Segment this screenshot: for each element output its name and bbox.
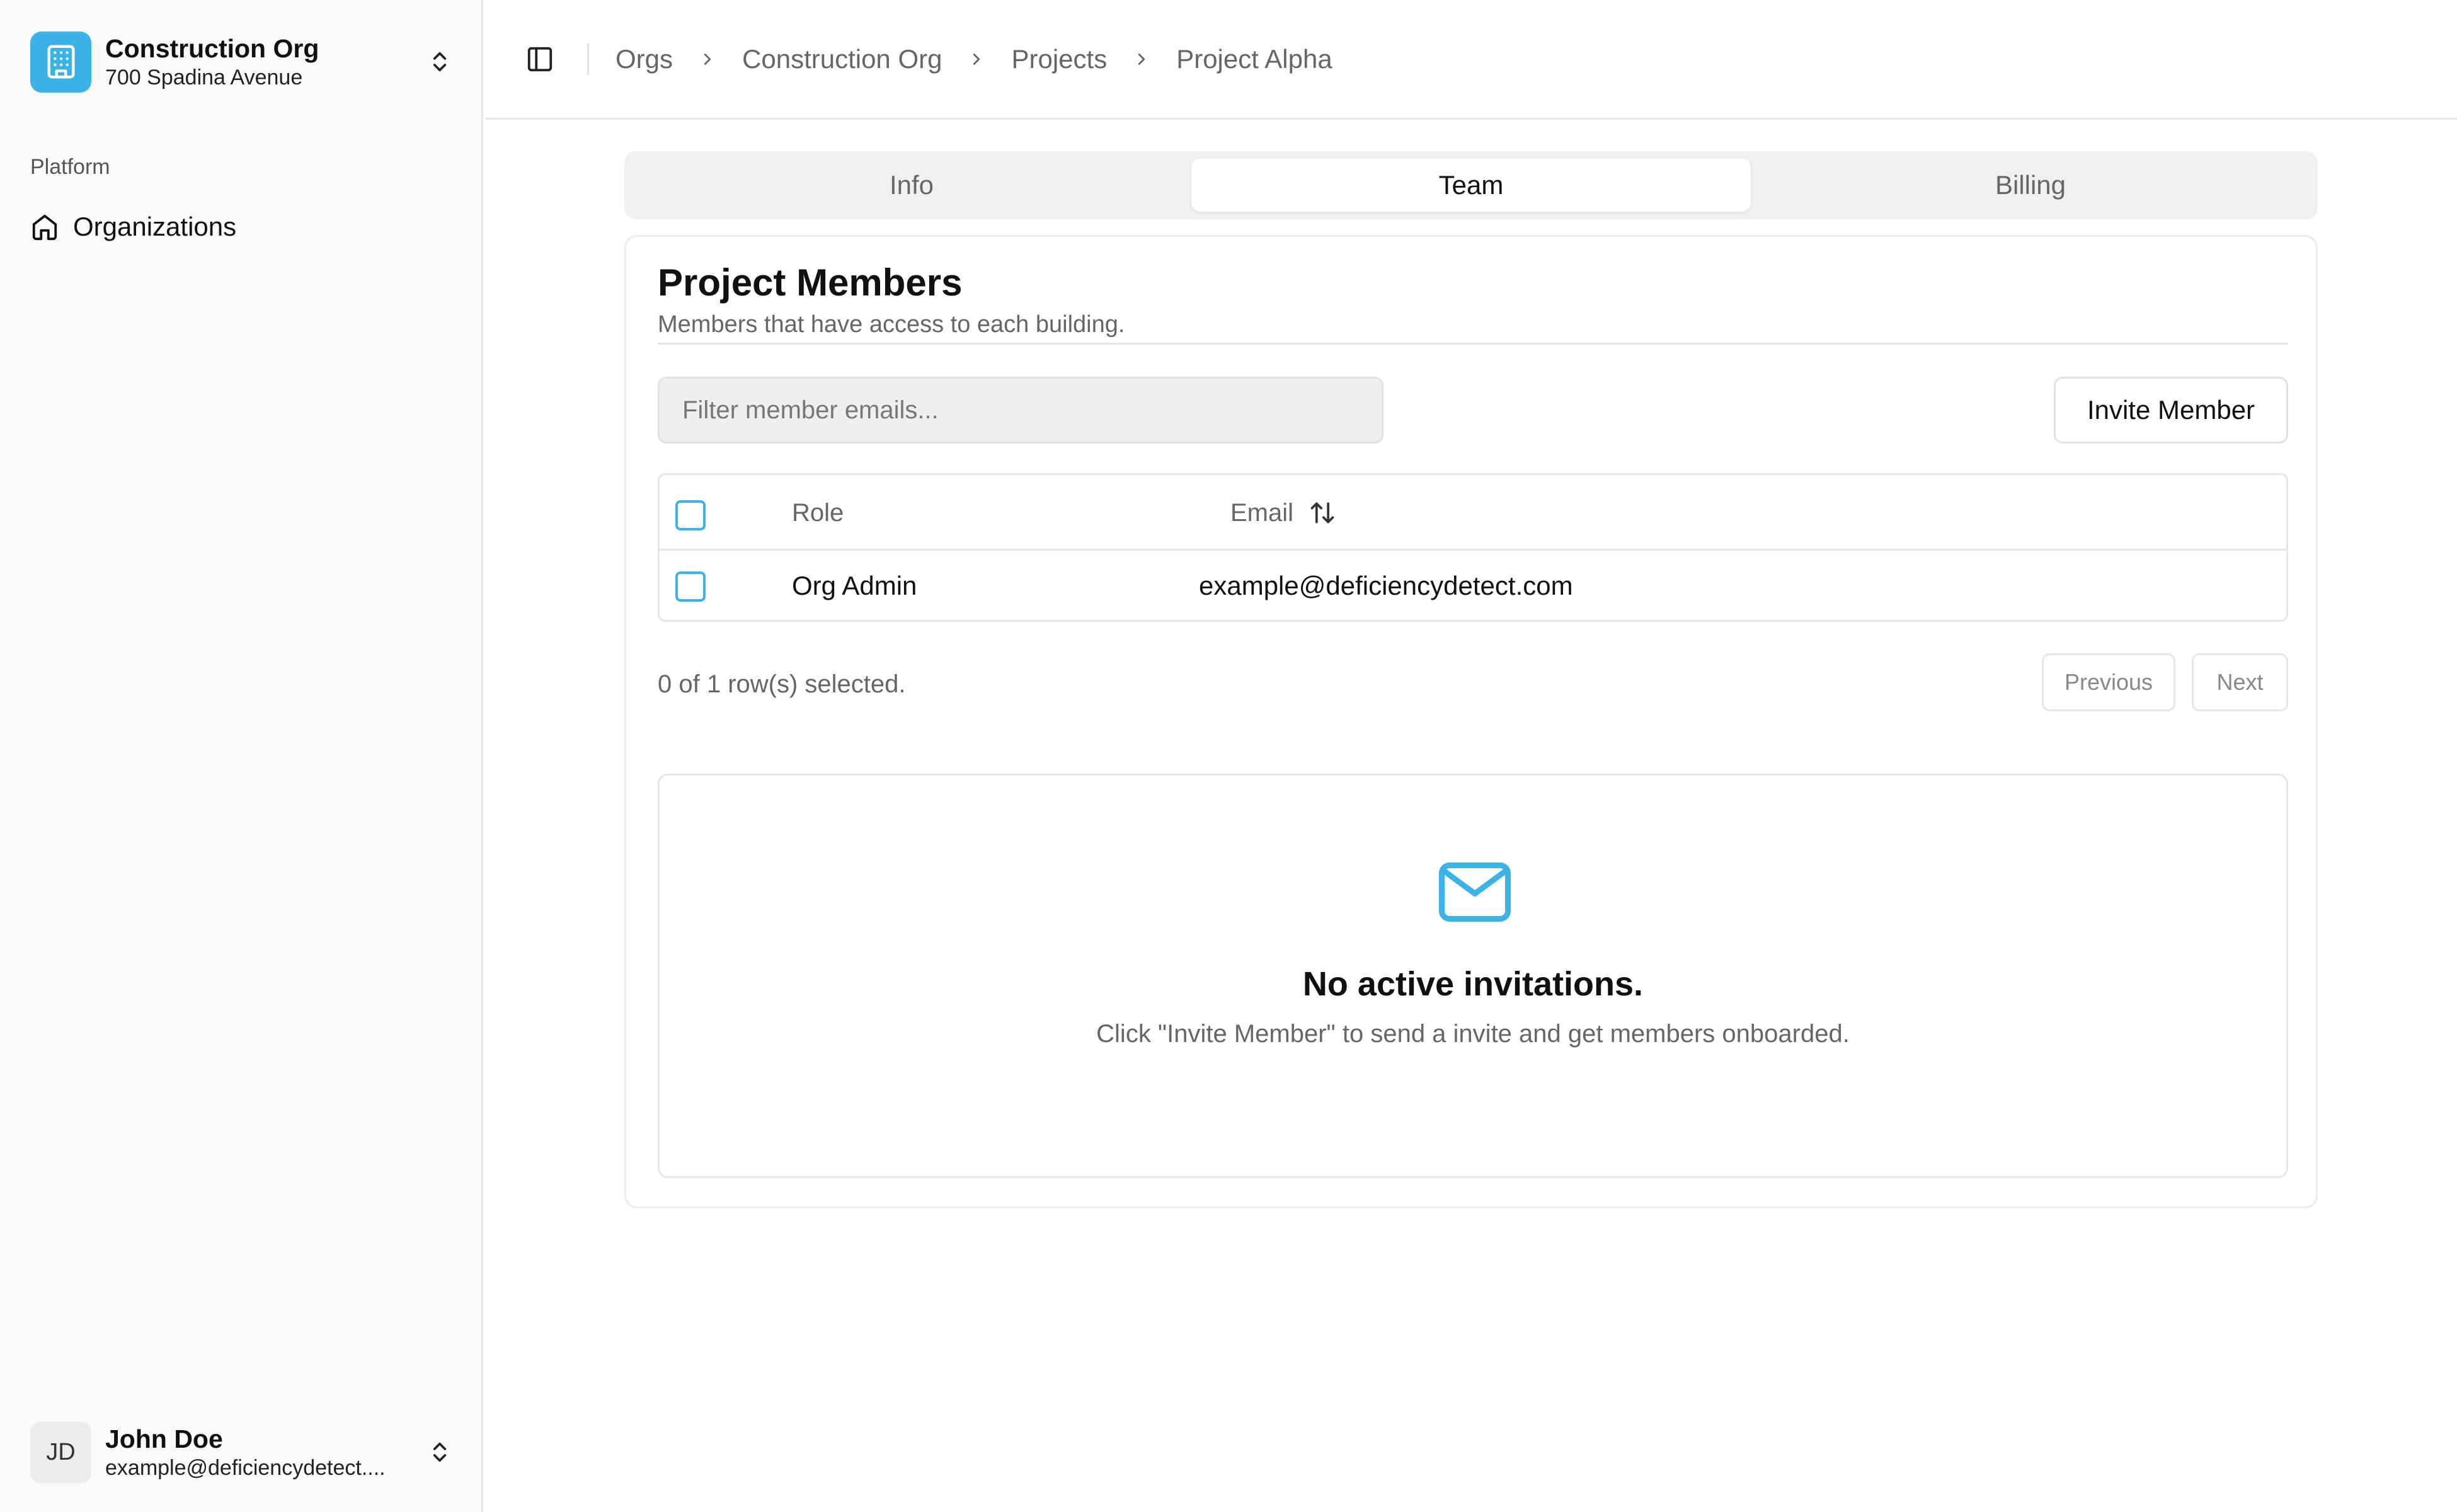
building-icon xyxy=(30,31,91,93)
chevron-right-icon xyxy=(698,50,717,69)
avatar: JD xyxy=(30,1421,91,1483)
breadcrumb: Orgs Construction Org Projects Project A… xyxy=(616,44,1332,74)
previous-page-button[interactable]: Previous xyxy=(2042,653,2175,711)
members-table: Role Email Org Admin example@deficiencyd… xyxy=(658,473,2288,622)
sidebar-item-label: Organizations xyxy=(73,212,237,241)
sidebar-section-label: Platform xyxy=(30,155,110,179)
cell-role: Org Admin xyxy=(792,571,917,600)
user-email: example@deficiencydetect.... xyxy=(105,1456,386,1480)
home-icon xyxy=(30,212,59,241)
row-checkbox[interactable] xyxy=(675,571,706,602)
sidebar: Construction Org 700 Spadina Avenue Plat… xyxy=(0,0,483,1512)
tab-billing[interactable]: Billing xyxy=(1751,159,2310,212)
card-description: Members that have access to each buildin… xyxy=(658,311,1125,338)
column-header-role: Role xyxy=(792,499,844,527)
column-header-email[interactable]: Email xyxy=(1230,494,1336,532)
sidebar-toggle-button[interactable] xyxy=(518,37,562,81)
card-title: Project Members xyxy=(658,261,963,304)
breadcrumb-orgs[interactable]: Orgs xyxy=(616,44,673,74)
selection-count: 0 of 1 row(s) selected. xyxy=(658,670,906,698)
org-address: 700 Spadina Avenue xyxy=(105,66,303,89)
tab-list: Info Team Billing xyxy=(624,151,2318,219)
select-all-checkbox[interactable] xyxy=(675,500,706,530)
next-page-button[interactable]: Next xyxy=(2192,653,2288,711)
panel-left-icon xyxy=(525,45,554,74)
user-switcher[interactable]: JD John Doe example@deficiencydetect.... xyxy=(30,1421,459,1484)
tab-info[interactable]: Info xyxy=(632,159,1191,212)
sidebar-item-organizations[interactable]: Organizations xyxy=(30,208,459,246)
divider xyxy=(658,343,2288,345)
org-switcher[interactable]: Construction Org 700 Spadina Avenue xyxy=(30,30,459,93)
cell-email: example@deficiencydetect.com xyxy=(1199,571,1573,600)
sort-icon[interactable] xyxy=(1309,499,1336,527)
table-row: Org Admin example@deficiencydetect.com xyxy=(660,551,2286,622)
table-header: Role Email xyxy=(660,475,2286,551)
mail-icon xyxy=(1437,861,1513,924)
chevron-right-icon xyxy=(1132,50,1151,69)
column-header-email-label: Email xyxy=(1230,498,1294,527)
invite-member-button[interactable]: Invite Member xyxy=(2054,377,2288,444)
org-name: Construction Org xyxy=(105,34,319,63)
header: Orgs Construction Org Projects Project A… xyxy=(485,0,2457,120)
user-name: John Doe xyxy=(105,1424,223,1453)
filter-emails-input[interactable] xyxy=(658,377,1383,444)
chevrons-up-down-icon xyxy=(421,1433,459,1471)
empty-state-description: Click "Invite Member" to send a invite a… xyxy=(1096,1020,1850,1048)
breadcrumb-projects[interactable]: Projects xyxy=(1011,44,1107,74)
tab-team[interactable]: Team xyxy=(1191,159,1751,212)
empty-state-title: No active invitations. xyxy=(1302,965,1644,1003)
breadcrumb-project: Project Alpha xyxy=(1176,43,1332,74)
header-divider xyxy=(587,43,589,75)
chevrons-up-down-icon xyxy=(421,43,459,81)
chevron-right-icon xyxy=(967,50,986,69)
project-members-card: Project Members Members that have access… xyxy=(624,235,2318,1208)
invitations-empty-state: No active invitations. Click "Invite Mem… xyxy=(658,774,2288,1178)
breadcrumb-org[interactable]: Construction Org xyxy=(742,44,942,74)
